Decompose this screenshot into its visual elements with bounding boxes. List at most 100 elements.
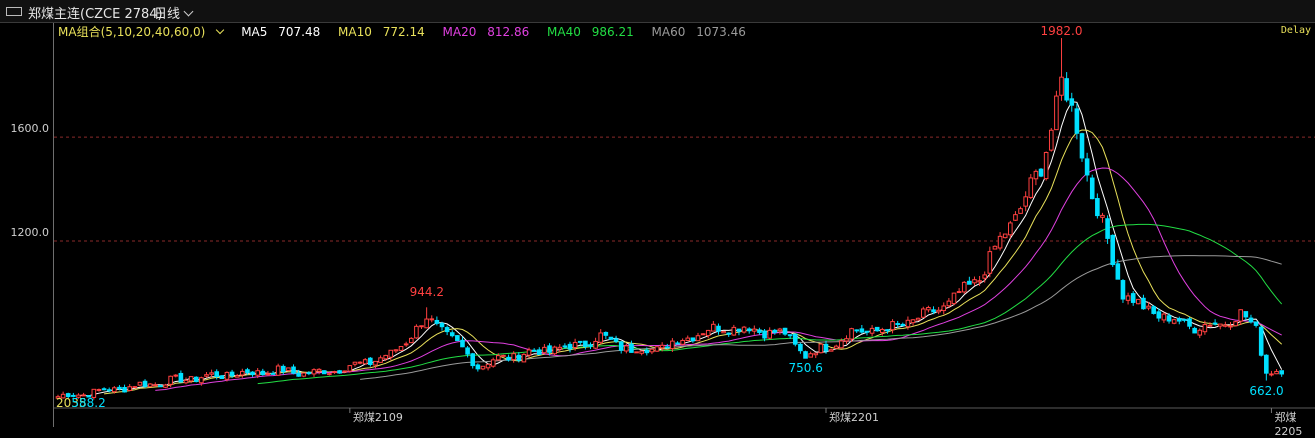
candle-body — [327, 373, 332, 376]
candle-body — [147, 383, 153, 388]
candle-body — [664, 346, 670, 349]
candle-body — [449, 332, 455, 337]
period-selector[interactable]: 日线 — [154, 3, 194, 22]
candle-body — [516, 354, 522, 361]
candle-body — [1233, 321, 1238, 327]
candle-body — [255, 370, 260, 376]
candle-body — [583, 340, 588, 347]
candle-body — [270, 372, 276, 375]
candle-body — [557, 346, 563, 350]
candle-body — [132, 386, 138, 389]
candle-body — [1064, 78, 1069, 101]
candle-body — [496, 355, 501, 361]
candle-body — [593, 340, 598, 349]
candle-body — [1151, 306, 1156, 314]
candle-body — [577, 340, 583, 343]
candle-body — [342, 370, 348, 373]
candle-body — [485, 363, 491, 369]
candle-body — [823, 343, 829, 352]
candle-body — [1166, 315, 1172, 322]
candle-body — [106, 389, 112, 392]
candle-body — [296, 372, 301, 377]
candle-body — [152, 384, 158, 387]
candle-body — [1089, 177, 1095, 200]
candle-body — [1141, 297, 1146, 310]
candle-body — [1264, 354, 1269, 374]
candle-body — [956, 291, 962, 294]
candle-body — [803, 351, 808, 359]
candle-body — [767, 329, 772, 339]
candle-body — [1207, 324, 1213, 327]
candle-body — [772, 329, 778, 333]
candle-body — [1161, 313, 1167, 321]
candle-body — [1136, 298, 1141, 305]
candle-body — [193, 376, 199, 383]
candle-body — [588, 344, 593, 347]
candle-body — [547, 345, 552, 353]
candle-body — [414, 325, 419, 339]
candle-body — [1176, 318, 1182, 322]
candle-body — [96, 389, 102, 392]
chevron-down-icon — [183, 6, 194, 17]
candle-body — [1105, 218, 1110, 239]
candle-body — [465, 347, 470, 355]
candle-body — [142, 380, 148, 387]
candle-body — [787, 334, 793, 337]
candle-body — [286, 367, 291, 372]
candle-body — [265, 373, 271, 376]
candle-body — [1279, 370, 1284, 375]
candle-body — [624, 345, 629, 352]
candle-body — [1018, 208, 1023, 214]
candle-body — [475, 364, 481, 370]
candle-body — [690, 337, 696, 342]
candle-body — [1192, 327, 1197, 334]
candle-body — [1033, 170, 1039, 180]
candle-body — [900, 323, 906, 327]
candle-body — [1202, 324, 1208, 333]
candle-body — [992, 245, 998, 250]
candle-body — [434, 319, 440, 324]
ma-line-ma20 — [155, 167, 1282, 391]
candle-body — [183, 379, 189, 384]
candle-body — [301, 372, 307, 377]
candle-body — [777, 328, 783, 332]
candle-body — [844, 338, 849, 342]
candle-body — [393, 349, 399, 352]
candle-body — [199, 377, 204, 384]
candle-body — [1043, 151, 1049, 180]
candle-body — [864, 330, 870, 333]
candle-body — [1187, 318, 1192, 327]
candle-body — [670, 340, 675, 350]
candle-body — [1095, 198, 1100, 217]
candle-body — [1100, 214, 1105, 218]
y-tick-label: 1600.0 — [10, 122, 50, 136]
candle-body — [987, 251, 993, 274]
candle-body — [905, 319, 911, 328]
candle-body — [1054, 95, 1059, 131]
instrument-title: 郑煤主连(CZCE 2784) — [28, 7, 163, 22]
candle-body — [127, 386, 132, 391]
candle-body — [813, 352, 819, 356]
candle-body — [654, 346, 660, 352]
candle-body — [1253, 321, 1259, 326]
candle-body — [214, 371, 220, 378]
y-tick-label: 1200.0 — [10, 225, 50, 239]
candle-body — [291, 366, 296, 374]
candle-body — [250, 371, 255, 376]
candle-body — [1048, 129, 1054, 151]
candle-body — [501, 354, 506, 357]
candle-body — [536, 349, 542, 355]
candle-body — [429, 318, 435, 321]
candle-body — [1125, 295, 1131, 301]
candle-body — [1002, 233, 1008, 239]
candle-body — [240, 370, 245, 376]
candle-body — [659, 344, 665, 349]
candle-body — [1008, 222, 1013, 236]
candle-body — [1120, 280, 1126, 300]
collapse-handle-icon[interactable] — [6, 7, 22, 16]
x-tick-label: 郑煤2205 — [1274, 411, 1303, 438]
candle-body — [408, 337, 414, 344]
candle-body — [1197, 329, 1203, 336]
candle-body — [736, 328, 742, 332]
candlestick-chart[interactable] — [54, 23, 1315, 427]
